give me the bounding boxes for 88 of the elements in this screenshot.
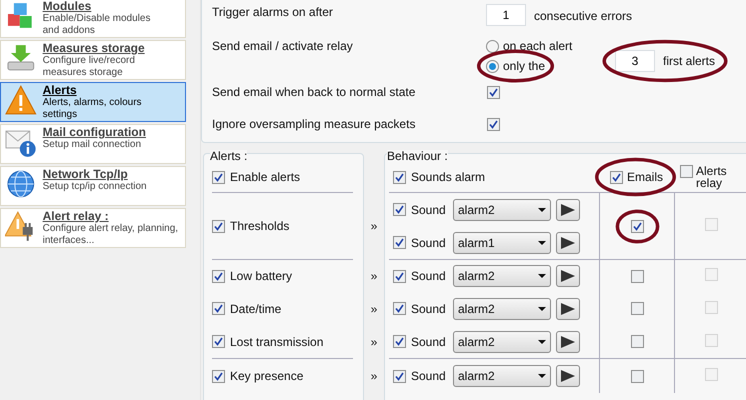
- caret-icon: [538, 374, 546, 378]
- checkbox[interactable]: [630, 220, 644, 232]
- checkbox-label: Sounds alarm: [411, 170, 486, 184]
- chevron: »: [370, 302, 378, 316]
- sidebar-item[interactable]: Mail configuration Setup mail connection: [0, 124, 186, 164]
- checkbox-label: Lost transmission: [230, 334, 324, 349]
- checkbox[interactable]: [630, 335, 644, 348]
- sound-dropdown[interactable]: alarm2: [453, 265, 551, 288]
- number-field[interactable]: 1: [486, 4, 526, 26]
- sound-dropdown[interactable]: alarm2: [453, 330, 551, 353]
- checkbox[interactable]: [393, 335, 406, 348]
- checkbox[interactable]: [630, 370, 644, 382]
- checkbox-label: Low battery: [230, 269, 292, 284]
- checkbox[interactable]: [393, 302, 406, 316]
- sound-dropdown[interactable]: alarm2: [453, 298, 551, 320]
- sidebar-item[interactable]: Modules Enable/Disable modules and addons: [0, 0, 186, 38]
- chevron: »: [370, 369, 378, 383]
- play-icon: [561, 302, 575, 315]
- play-button[interactable]: [556, 265, 580, 288]
- play-icon: [561, 236, 575, 248]
- radio-button[interactable]: [486, 60, 499, 72]
- warning-icon: [5, 84, 37, 116]
- radio-button[interactable]: [486, 40, 499, 52]
- checkbox-label: Thresholds: [230, 219, 290, 233]
- play-icon: [561, 336, 575, 348]
- checkbox-label: Emails: [626, 170, 663, 184]
- checkbox[interactable]: [212, 302, 225, 316]
- globe-icon: [5, 168, 37, 200]
- checkbox[interactable]: [212, 170, 225, 184]
- checkbox-label: Sound: [411, 302, 447, 316]
- checkbox[interactable]: [393, 170, 406, 184]
- caret-icon: [538, 240, 546, 244]
- play-icon: [561, 204, 575, 216]
- caret-icon: [538, 274, 546, 278]
- caret-icon: [538, 340, 546, 344]
- setting-label: Trigger alarms on after: [212, 4, 334, 21]
- play-icon: [561, 270, 575, 282]
- checkbox[interactable]: [393, 236, 406, 249]
- chevron: »: [370, 219, 378, 233]
- sidebar-item[interactable]: Measures storage Configure live/record measures storage: [0, 40, 186, 80]
- field-suffix: first alerts: [663, 53, 716, 69]
- sidebar-item[interactable]: Network Tcp/Ip Setup tcp/ip connection: [0, 166, 186, 206]
- setting-label: Ignore oversampling measure packets: [212, 116, 416, 133]
- sidebar-item[interactable]: Alert relay : Configure alert relay, planning, interfaces...: [0, 208, 186, 248]
- checkbox-label: Sound: [411, 202, 447, 216]
- sound-dropdown[interactable]: alarm1: [453, 232, 551, 254]
- play-button[interactable]: [556, 298, 580, 320]
- checkbox-label: Sound: [411, 334, 447, 349]
- checkbox-label: Sound: [411, 236, 447, 250]
- checkbox-label: Date/time: [230, 302, 282, 316]
- field-suffix: consecutive errors: [534, 8, 632, 24]
- checkbox[interactable]: [393, 370, 406, 382]
- checkbox-label: Key presence: [230, 369, 304, 383]
- number-field[interactable]: 3: [615, 50, 655, 72]
- play-button[interactable]: [556, 365, 580, 387]
- checkbox-label: Alerts relay: [696, 165, 728, 189]
- group-title: Alerts :: [210, 150, 248, 162]
- sound-dropdown[interactable]: alarm2: [453, 198, 551, 220]
- checkbox[interactable]: [212, 270, 225, 283]
- play-icon: [561, 370, 575, 382]
- play-button[interactable]: [556, 330, 580, 353]
- checkbox[interactable]: [487, 118, 500, 131]
- play-button[interactable]: [556, 232, 580, 254]
- checkbox[interactable]: [630, 302, 644, 316]
- setting-label: Send email when back to normal state: [212, 84, 416, 101]
- checkbox[interactable]: [393, 203, 406, 216]
- checkbox[interactable]: [630, 270, 644, 283]
- group-title: Behaviour :: [387, 150, 448, 162]
- checkbox[interactable]: [487, 86, 500, 99]
- caret-icon: [538, 208, 546, 212]
- sound-dropdown[interactable]: alarm2: [453, 365, 551, 387]
- sidebar-item[interactable]: Alerts Alerts, alarms, colours settings: [0, 82, 186, 122]
- checkbox[interactable]: [610, 170, 623, 184]
- checkbox[interactable]: [212, 220, 225, 232]
- play-button[interactable]: [556, 198, 580, 220]
- checkbox-label: Enable alerts: [230, 170, 300, 184]
- radio-label: on each alert: [503, 38, 572, 54]
- checkbox[interactable]: [393, 270, 406, 283]
- checkbox[interactable]: [212, 370, 225, 382]
- radio-label: only the: [503, 58, 546, 74]
- caret-icon: [538, 306, 546, 311]
- chevron: »: [370, 269, 378, 284]
- checkbox-label: Sound: [411, 269, 447, 284]
- checkbox[interactable]: [212, 335, 225, 348]
- chevron: »: [370, 334, 378, 349]
- checkbox[interactable]: [680, 165, 693, 178]
- checkbox-label: Sound: [411, 369, 447, 383]
- setting-label: Send email / activate relay: [212, 38, 354, 55]
